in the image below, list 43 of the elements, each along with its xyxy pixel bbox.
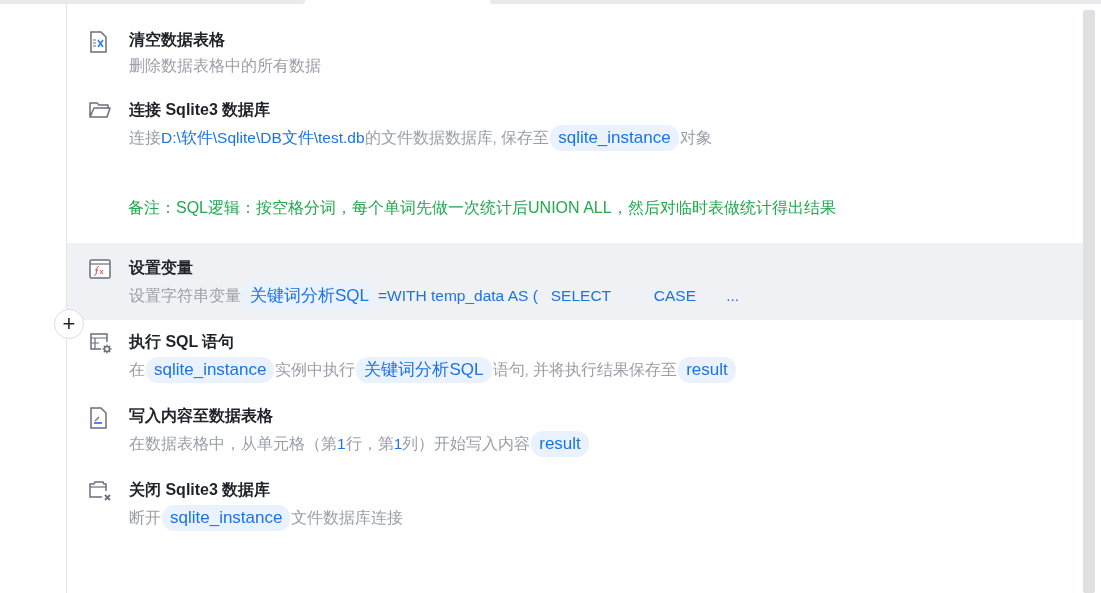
command-row[interactable]: 写入内容至数据表格 在数据表格中，从单元格（第1行，第1列）开始写入内容 result [67, 402, 1083, 468]
description-text: 在 [129, 360, 145, 380]
parameter-value: D:\软件\Sqlite\DB文件\test.db [161, 128, 365, 148]
scrollbar[interactable] [1083, 10, 1095, 593]
description-text: 连接 [129, 128, 161, 148]
command-title: 清空数据表格 [129, 30, 226, 50]
parameter-value: 1 [337, 434, 346, 454]
variable-tag: result [678, 357, 736, 383]
description-text: 的文件数据数据库, 保存至 [364, 128, 550, 148]
command-title: 执行 SQL 语句 [129, 332, 236, 352]
description-text: 文件数据库连接 [291, 508, 404, 528]
table-gear-icon [89, 333, 113, 355]
variable-tag: result [531, 431, 589, 457]
description-text: 对象 [679, 128, 712, 148]
description-text: 实例中执行 [275, 360, 356, 380]
description-text: 设置字符串变量 [129, 286, 241, 306]
variable-tag: sqlite_instance [162, 505, 291, 531]
folder-icon [89, 101, 111, 119]
document-pen-icon [89, 407, 107, 429]
command-title: 连接 Sqlite3 数据库 [129, 100, 272, 120]
add-step-button[interactable]: + [54, 309, 84, 339]
variable-tag: 关键词分析SQL [242, 283, 378, 309]
command-title: 设置变量 [129, 258, 194, 278]
description-text: 删除数据表格中的所有数据 [129, 56, 321, 76]
command-title: 关闭 Sqlite3 数据库 [129, 480, 272, 500]
variable-tag: 关键词分析SQL [356, 357, 492, 383]
comment-text: 备注：SQL逻辑：按空格分词，每个单词先做一次统计后UNION ALL，然后对临时表做统计得出结果 [128, 199, 836, 216]
parameter-value: =WITH temp_data AS ( SELECT CASE ... [378, 286, 740, 306]
folder-x-icon [89, 481, 113, 503]
command-title: 写入内容至数据表格 [129, 406, 274, 426]
command-row[interactable]: 关闭 Sqlite3 数据库 断开 sqlite_instance 文件数据库连接 [67, 476, 1083, 542]
document-x-icon [89, 31, 107, 53]
description-text: 列）开始写入内容 [402, 434, 531, 454]
description-text: 在数据表格中，从单元格（第 [129, 434, 337, 454]
parameter-value: 1 [393, 434, 403, 454]
function-icon [89, 259, 111, 279]
description-text: 断开 [129, 508, 161, 528]
description-text: 语句, 并将执行结果保存至 [492, 360, 678, 380]
description-text: 行，第 [345, 434, 394, 454]
variable-tag: sqlite_instance [550, 125, 679, 151]
variable-tag: sqlite_instance [146, 357, 275, 383]
command-row[interactable]: 清空数据表格 删除数据表格中的所有数据 [67, 26, 1083, 88]
command-row[interactable]: 连接 Sqlite3 数据库 连接D:\软件\Sqlite\DB文件\test.db的文件数据数据库, 保存至 sqlite_instance 对象 [67, 96, 1083, 162]
